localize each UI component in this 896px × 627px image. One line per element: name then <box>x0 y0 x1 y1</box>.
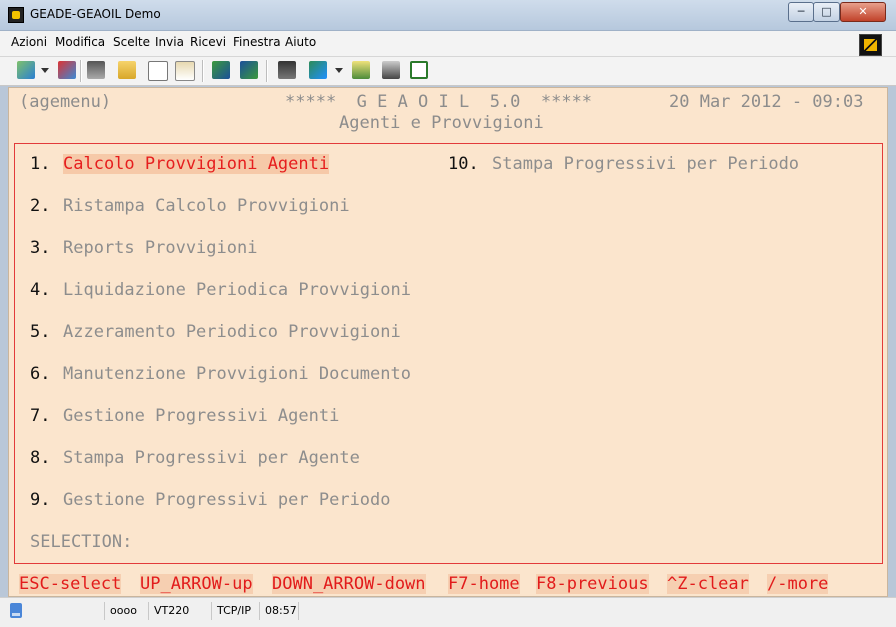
toolbar-separator <box>266 60 268 82</box>
option-label: Ristampa Calcolo Provvigioni <box>63 196 350 216</box>
open-icon[interactable] <box>58 61 76 79</box>
status-bar: oooo VT220 TCP/IP 08:57 <box>0 597 896 627</box>
toolbar-separator <box>202 60 204 82</box>
menu-finestra[interactable]: Finestra <box>233 35 281 49</box>
key-up-arrow[interactable]: UP_ARROW-up <box>140 574 253 594</box>
window-title: GEADE-GEAOIL Demo <box>30 7 161 21</box>
option-label: Calcolo Provvigioni Agenti <box>63 154 330 174</box>
menu-modifica[interactable]: Modifica <box>55 35 105 49</box>
key-f8-previous[interactable]: F8-previous <box>536 574 649 594</box>
macro-icon[interactable] <box>352 61 370 79</box>
menu-scelte[interactable]: Scelte <box>113 35 150 49</box>
option-label: Stampa Progressivi per Agente <box>63 448 360 468</box>
option-label: Stampa Progressivi per Periodo <box>492 154 800 174</box>
key-slash-more[interactable]: /-more <box>767 574 829 594</box>
screen-icon[interactable] <box>410 61 428 79</box>
folder-icon[interactable] <box>118 61 136 79</box>
menu-invia[interactable]: Invia <box>155 35 184 49</box>
maximize-button[interactable]: □ <box>813 2 840 22</box>
option-label: Azzeramento Periodico Provvigioni <box>63 322 401 342</box>
program-name: (agemenu) <box>19 92 112 112</box>
font-icon[interactable] <box>309 61 327 79</box>
menu-subtitle: Agenti e Provvigioni <box>339 113 544 133</box>
option-number: 2. <box>30 196 51 216</box>
send-icon[interactable] <box>212 61 230 79</box>
key-ctrl-z-clear[interactable]: ^Z-clear <box>667 574 749 594</box>
key-esc-select[interactable]: ESC-select <box>19 574 122 594</box>
status-protocol: TCP/IP <box>211 602 251 620</box>
connection-icon <box>10 603 22 618</box>
datetime: 20 Mar 2012 - 09:03 <box>669 92 864 112</box>
option-number: 6. <box>30 364 51 384</box>
close-button[interactable]: ✕ <box>840 2 886 22</box>
toolbar <box>0 57 896 86</box>
menu-aiuto[interactable]: Aiuto <box>285 35 316 49</box>
status-indicators: oooo <box>104 602 137 620</box>
option-number: 7. <box>30 406 51 426</box>
option-label: Gestione Progressivi per Periodo <box>63 490 391 510</box>
new-session-icon[interactable] <box>17 61 35 79</box>
selection-prompt[interactable]: SELECTION: <box>30 532 132 552</box>
option-label: Manutenzione Provvigioni Documento <box>63 364 411 384</box>
option-number: 1. <box>30 154 51 174</box>
option-number: 4. <box>30 280 51 300</box>
geade-logo-icon <box>859 34 882 56</box>
option-number: 5. <box>30 322 51 342</box>
option-number: 9. <box>30 490 51 510</box>
key-f7-home[interactable]: F7-home <box>448 574 520 594</box>
menu-azioni[interactable]: Azioni <box>11 35 47 49</box>
status-time: 08:57 <box>259 602 297 620</box>
terminal-screen[interactable]: (agemenu) ***** G E A O I L 5.0 ***** 20… <box>8 87 888 597</box>
menu-bar: Azioni Modifica Scelte Invia Ricevi Fine… <box>0 31 896 57</box>
option-label: Gestione Progressivi Agenti <box>63 406 340 426</box>
copy-icon[interactable] <box>148 61 168 81</box>
status-empty-cell <box>298 602 884 620</box>
option-number: 8. <box>30 448 51 468</box>
option-number: 10. <box>448 154 479 174</box>
menu-ricevi[interactable]: Ricevi <box>190 35 226 49</box>
status-terminal-type: VT220 <box>148 602 189 620</box>
book-icon[interactable] <box>278 61 296 79</box>
receive-icon[interactable] <box>240 61 258 79</box>
print-icon[interactable] <box>87 61 105 79</box>
toolbar-separator <box>80 60 82 82</box>
settings-icon[interactable] <box>382 61 400 79</box>
app-title: ***** G E A O I L 5.0 ***** <box>285 92 593 112</box>
chevron-down-icon[interactable] <box>335 68 343 73</box>
minimize-button[interactable]: ─ <box>788 2 814 22</box>
key-down-arrow[interactable]: DOWN_ARROW-down <box>272 574 426 594</box>
paste-icon[interactable] <box>175 61 195 81</box>
option-number: 3. <box>30 238 51 258</box>
chevron-down-icon[interactable] <box>41 68 49 73</box>
title-bar: GEADE-GEAOIL Demo ─ □ ✕ <box>0 0 896 31</box>
option-label: Reports Provvigioni <box>63 238 258 258</box>
app-icon[interactable] <box>8 7 24 23</box>
option-label: Liquidazione Periodica Provvigioni <box>63 280 411 300</box>
